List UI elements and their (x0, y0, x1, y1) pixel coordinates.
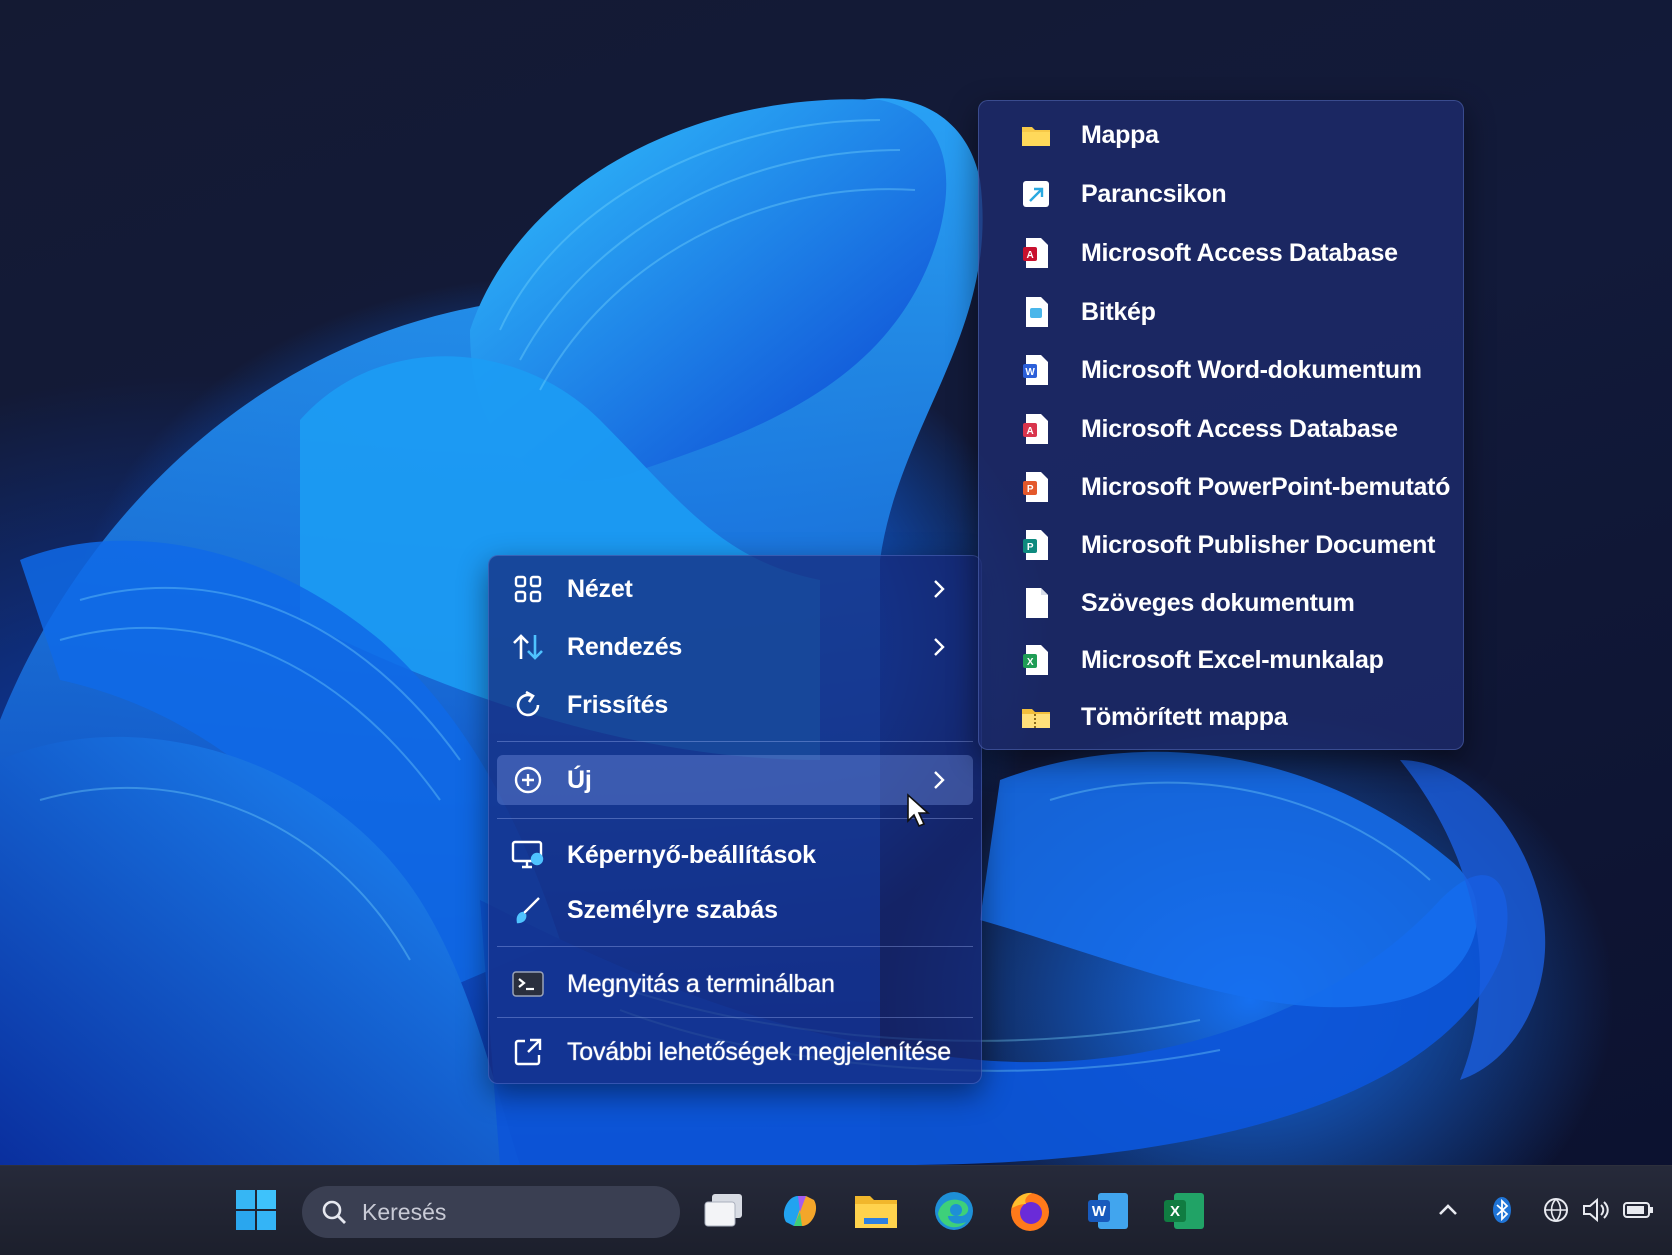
display-settings-icon (511, 838, 545, 872)
menu-item-label: További lehetőségek megjelenítése (567, 1037, 951, 1066)
menu-separator (497, 741, 973, 742)
svg-text:W: W (1092, 1203, 1107, 1220)
submenu-item-excel[interactable]: X Microsoft Excel-munkalap (987, 634, 1455, 686)
desktop[interactable]: Nézet Rendezés Frissítés Új Képernyő-beá… (0, 0, 1672, 1165)
submenu-item-label: Parancsikon (1081, 179, 1227, 208)
powerpoint-file-icon: P (1023, 472, 1048, 502)
chevron-right-icon (934, 580, 945, 598)
menu-item-label: Új (567, 765, 592, 794)
file-explorer-icon[interactable] (852, 1188, 900, 1234)
svg-text:P: P (1027, 542, 1034, 553)
menu-separator (497, 946, 973, 947)
bluetooth-icon[interactable] (1486, 1194, 1518, 1226)
submenu-item-label: Bitkép (1081, 297, 1156, 326)
menu-item-label: Frissítés (567, 690, 669, 719)
submenu-item-access-database-2[interactable]: A Microsoft Access Database (987, 403, 1455, 455)
menu-item-label: Nézet (567, 574, 633, 603)
task-view-icon[interactable] (700, 1188, 748, 1234)
submenu-item-label: Mappa (1081, 120, 1159, 149)
menu-separator (497, 1017, 973, 1018)
menu-item-label: Megnyitás a terminálban (567, 969, 835, 998)
menu-item-label: Képernyő-beállítások (567, 840, 816, 869)
taskbar: Keresés W X (0, 1165, 1672, 1255)
more-options-icon (511, 1035, 545, 1069)
submenu-item-zip-folder[interactable]: Tömörített mappa (987, 691, 1455, 743)
terminal-icon (511, 967, 545, 1001)
shortcut-icon (1023, 181, 1049, 207)
sort-arrows-icon (511, 630, 545, 664)
submenu-item-label: Microsoft Access Database (1081, 414, 1398, 443)
submenu-item-publisher[interactable]: P Microsoft Publisher Document (987, 519, 1455, 571)
network-icon[interactable] (1540, 1194, 1572, 1226)
submenu-item-text-document[interactable]: Szöveges dokumentum (987, 577, 1455, 629)
copilot-icon[interactable] (776, 1188, 824, 1234)
edge-icon[interactable] (930, 1188, 978, 1234)
search-placeholder: Keresés (362, 1198, 447, 1225)
access-file-icon: A (1023, 238, 1048, 268)
submenu-item-label: Szöveges dokumentum (1081, 588, 1355, 617)
folder-icon (1022, 127, 1050, 146)
menu-item-view[interactable]: Nézet (497, 564, 973, 614)
zip-folder-icon (1022, 709, 1050, 728)
chevron-right-icon (934, 638, 945, 656)
submenu-item-shortcut[interactable]: Parancsikon (987, 168, 1455, 220)
excel-icon[interactable]: X (1160, 1188, 1208, 1234)
svg-text:W: W (1025, 367, 1035, 378)
chevron-right-icon (934, 771, 945, 789)
new-plus-icon (511, 763, 545, 797)
svg-text:P: P (1027, 484, 1034, 495)
menu-separator (497, 818, 973, 819)
windows-start-icon[interactable] (234, 1188, 278, 1232)
menu-item-refresh[interactable]: Frissítés (497, 680, 973, 730)
mouse-cursor (907, 793, 931, 828)
menu-item-label: Személyre szabás (567, 895, 778, 924)
publisher-file-icon: P (1023, 530, 1048, 560)
svg-text:X: X (1027, 657, 1034, 668)
submenu-item-bitmap[interactable]: Bitkép (987, 286, 1455, 338)
refresh-icon (511, 688, 545, 722)
svg-text:A: A (1027, 426, 1034, 437)
submenu-item-label: Tömörített mappa (1081, 702, 1288, 731)
volume-icon[interactable] (1580, 1194, 1612, 1226)
excel-file-icon: X (1023, 645, 1048, 675)
submenu-item-label: Microsoft PowerPoint-bemutató (1081, 472, 1451, 501)
menu-item-personalize[interactable]: Személyre szabás (497, 885, 973, 935)
word-file-icon: W (1023, 355, 1048, 385)
menu-item-open-terminal[interactable]: Megnyitás a terminálban (497, 959, 973, 1009)
submenu-item-label: Microsoft Access Database (1081, 238, 1398, 267)
menu-item-new[interactable]: Új (497, 755, 973, 805)
new-submenu: Mappa Parancsikon A Microsoft Access Dat… (978, 100, 1464, 750)
menu-item-show-more-options[interactable]: További lehetőségek megjelenítése (497, 1027, 973, 1077)
menu-item-sort[interactable]: Rendezés (497, 622, 973, 672)
access-file-icon: A (1023, 414, 1048, 444)
submenu-item-label: Microsoft Excel-munkalap (1081, 645, 1384, 674)
text-file-icon (1026, 588, 1048, 618)
submenu-item-label: Microsoft Publisher Document (1081, 530, 1436, 559)
brush-icon (511, 893, 545, 927)
menu-item-label: Rendezés (567, 632, 683, 661)
submenu-item-access-database[interactable]: A Microsoft Access Database (987, 227, 1455, 279)
grid-icon (511, 572, 545, 606)
search-icon (322, 1200, 346, 1224)
bitmap-file-icon (1026, 297, 1048, 327)
menu-item-display-settings[interactable]: Képernyő-beállítások (497, 830, 973, 880)
svg-text:A: A (1027, 250, 1034, 261)
svg-text:X: X (1170, 1203, 1180, 1220)
chevron-up-icon[interactable] (1432, 1194, 1464, 1226)
firefox-icon[interactable] (1006, 1188, 1054, 1234)
submenu-item-label: Microsoft Word-dokumentum (1081, 355, 1422, 384)
word-icon[interactable]: W (1084, 1188, 1132, 1234)
submenu-item-powerpoint[interactable]: P Microsoft PowerPoint-bemutató (987, 461, 1455, 513)
taskbar-search-box[interactable]: Keresés (302, 1186, 680, 1238)
battery-icon[interactable] (1622, 1194, 1654, 1226)
submenu-item-folder[interactable]: Mappa (987, 109, 1455, 161)
submenu-item-word-document[interactable]: W Microsoft Word-dokumentum (987, 344, 1455, 396)
